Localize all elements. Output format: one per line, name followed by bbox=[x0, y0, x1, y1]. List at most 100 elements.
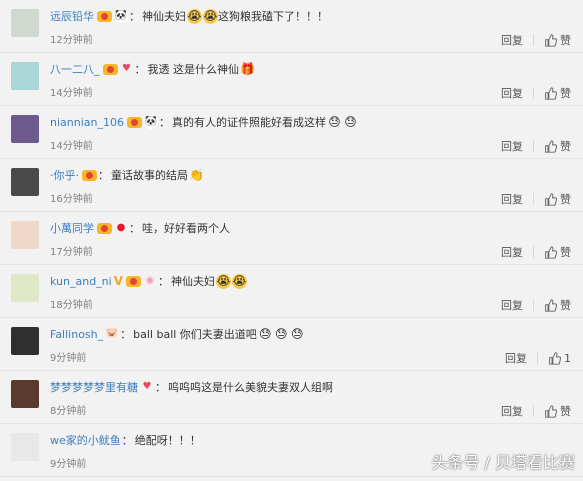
comment-text: 神仙夫妇 bbox=[171, 275, 215, 288]
like-label: 赞 bbox=[560, 246, 571, 259]
timestamp: 12分钟前 bbox=[50, 35, 93, 46]
comment-actions: 回复 赞 bbox=[501, 244, 571, 260]
avatar[interactable] bbox=[11, 221, 39, 249]
username-link[interactable]: Fallinosh_ bbox=[50, 328, 103, 341]
timestamp: 9分钟前 bbox=[50, 353, 87, 364]
thumbs-up-icon bbox=[545, 33, 557, 47]
username-link[interactable]: kun_and_ni bbox=[50, 275, 112, 288]
divider bbox=[533, 246, 534, 258]
weibo-medal-icon: ● bbox=[116, 222, 126, 233]
username-link[interactable]: 远辰铅华 bbox=[50, 8, 94, 24]
comment-actions: 回复 赞 bbox=[501, 138, 571, 154]
sweat-emoji-icon: 😓 bbox=[328, 114, 341, 129]
colon-separator: ： bbox=[98, 169, 109, 182]
sweat-emoji-icon: 😓 bbox=[259, 326, 272, 341]
comment-row: Fallinosh_ 🐷： ball ball 你们夫妻出道吧 😓 😓 😓 9分钟前 回复 1 bbox=[0, 318, 583, 371]
watermark: 头条号 / 贝塔看比赛 bbox=[431, 453, 575, 472]
comment-line: 八一二八_ ♥：我透 这是什么神仙 🎁 bbox=[50, 61, 255, 77]
comment-row: 八一二八_ ♥：我透 这是什么神仙 🎁 14分钟前 回复 赞 bbox=[0, 53, 583, 106]
like-label: 赞 bbox=[560, 405, 571, 418]
cry-emoji-icon: 😭 bbox=[232, 273, 247, 289]
comment-row: 远辰铅华 🐼：神仙夫妇 😭 😭 这狗粮我磕下了！！！ 12分钟前 回复赞 bbox=[0, 0, 583, 53]
like-button[interactable]: 赞 bbox=[544, 244, 571, 260]
divider bbox=[537, 352, 538, 364]
avatar[interactable] bbox=[11, 380, 39, 408]
reply-button[interactable]: 回复 bbox=[505, 350, 527, 366]
timestamp: 17分钟前 bbox=[50, 247, 93, 258]
comment-actions: 回复 赞 bbox=[501, 403, 571, 419]
like-label: 赞 bbox=[560, 34, 571, 47]
comment-actions: 回复 1 bbox=[505, 350, 571, 366]
comment-row: 小萬同学 ●：哇，好好看两个人 17分钟前 回复 赞 bbox=[0, 212, 583, 265]
comment-text: 真的有人的证件照能好看成这样 bbox=[171, 116, 326, 129]
avatar[interactable] bbox=[11, 274, 39, 302]
like-button[interactable]: 赞 bbox=[544, 85, 571, 101]
avatar[interactable] bbox=[11, 62, 39, 90]
vip-badge-icon bbox=[82, 169, 97, 181]
like-button[interactable]: 赞 bbox=[544, 403, 571, 419]
comment-line: we家的小鱿鱼：绝配呀！！！ bbox=[50, 432, 201, 448]
comment-text: 神仙夫妇 bbox=[142, 10, 186, 23]
colon-separator: ： bbox=[134, 63, 146, 76]
avatar[interactable] bbox=[11, 9, 39, 37]
comment-actions: 回复 赞 bbox=[501, 191, 571, 207]
comment-line: 小萬同学 ●：哇，好好看两个人 bbox=[50, 220, 230, 236]
avatar[interactable] bbox=[11, 433, 39, 461]
cry-emoji-icon: 😭 bbox=[187, 8, 202, 24]
avatar[interactable] bbox=[11, 115, 39, 143]
comment-line: kun_and_ni V ◉：神仙夫妇 😭 😭 bbox=[50, 273, 247, 289]
like-button[interactable]: 赞 bbox=[544, 32, 571, 48]
comment-line: 远辰铅华 🐼：神仙夫妇 😭 😭 这狗粮我磕下了！！！ bbox=[50, 8, 328, 24]
donut-medal-icon: ◉ bbox=[145, 275, 155, 286]
colon-separator: ： bbox=[121, 434, 133, 447]
comment-line: niannian_106 🐼：真的有人的证件照能好看成这样 😓 😓 bbox=[50, 114, 358, 130]
thumbs-up-icon bbox=[545, 404, 557, 418]
like-button[interactable]: 赞 bbox=[544, 297, 571, 313]
like-button[interactable]: 赞 bbox=[544, 191, 571, 207]
colon-separator: ： bbox=[120, 328, 132, 341]
colon-separator: ： bbox=[155, 381, 166, 394]
timestamp: 16分钟前 bbox=[50, 194, 93, 205]
timestamp: 14分钟前 bbox=[50, 88, 93, 99]
username-link[interactable]: ·你乎· bbox=[50, 167, 79, 183]
username-link[interactable]: 八一二八_ bbox=[50, 61, 100, 77]
heart-medal-icon: ♥ bbox=[122, 63, 131, 74]
comment-text: 哇，好好看两个人 bbox=[142, 222, 230, 235]
reply-button[interactable]: 回复 bbox=[501, 32, 523, 48]
comment-row: 梦梦梦梦梦里有糖 ♥：呜呜呜这是什么美貌夫妻双人组啊 8分钟前 回复 赞 bbox=[0, 371, 583, 424]
vip-badge-icon bbox=[102, 63, 118, 75]
timestamp: 14分钟前 bbox=[50, 141, 93, 152]
like-button[interactable]: 1 bbox=[548, 352, 571, 365]
divider bbox=[533, 193, 534, 205]
reply-button[interactable]: 回复 bbox=[501, 191, 523, 207]
verified-v-icon: V bbox=[113, 274, 123, 288]
comment-text: 呜呜呜这是什么美貌夫妻双人组啊 bbox=[168, 381, 333, 394]
comment-line: 梦梦梦梦梦里有糖 ♥：呜呜呜这是什么美貌夫妻双人组啊 bbox=[50, 379, 333, 395]
pig-medal-icon: 🐷 bbox=[105, 328, 119, 339]
comment-text: ball ball 你们夫妻出道吧 bbox=[133, 328, 257, 341]
reply-button[interactable]: 回复 bbox=[501, 403, 523, 419]
vip-badge-icon bbox=[97, 222, 112, 234]
gift-emoji-icon: 🎁 bbox=[240, 61, 255, 76]
colon-separator: ： bbox=[129, 10, 140, 23]
avatar[interactable] bbox=[11, 327, 39, 355]
username-link[interactable]: niannian_106 bbox=[50, 116, 124, 129]
username-link[interactable]: 小萬同学 bbox=[50, 220, 94, 236]
timestamp: 9分钟前 bbox=[50, 459, 87, 470]
username-link[interactable]: we家的小鱿鱼 bbox=[50, 432, 121, 448]
reply-button[interactable]: 回复 bbox=[501, 85, 523, 101]
panda-medal-icon: 🐼 bbox=[114, 9, 128, 23]
sweat-emoji-icon: 😓 bbox=[275, 326, 288, 341]
username-link[interactable]: 梦梦梦梦梦里有糖 bbox=[50, 379, 138, 395]
like-label: 1 bbox=[564, 351, 571, 365]
thumbs-up-icon bbox=[545, 298, 557, 312]
sweat-emoji-icon: 😓 bbox=[291, 326, 304, 341]
avatar[interactable] bbox=[11, 168, 39, 196]
like-button[interactable]: 赞 bbox=[544, 138, 571, 154]
reply-button[interactable]: 回复 bbox=[501, 138, 523, 154]
vip-badge-icon bbox=[97, 10, 112, 22]
reply-button[interactable]: 回复 bbox=[501, 297, 523, 313]
reply-button[interactable]: 回复 bbox=[501, 244, 523, 260]
colon-separator: ： bbox=[158, 116, 170, 129]
comment-row: ·你乎· ：童话故事的结局 👏 16分钟前 回复 赞 bbox=[0, 159, 583, 212]
